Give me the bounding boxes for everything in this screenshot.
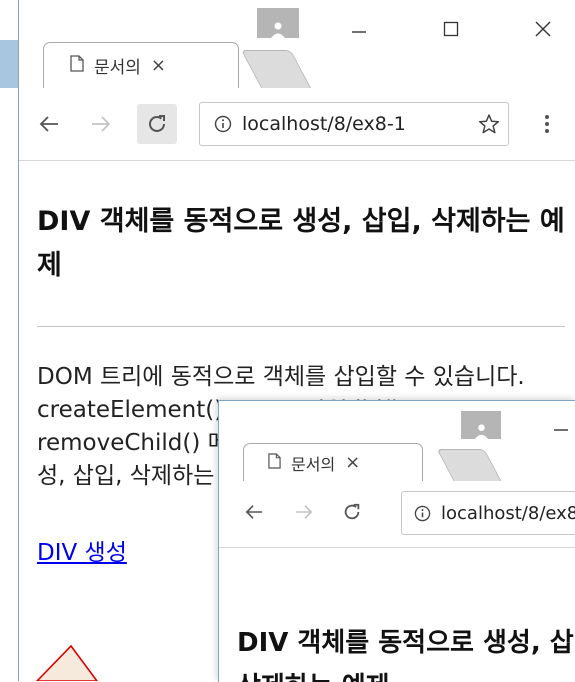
page-title: DIV 객체를 동적으로 생성, 삽입, 삭제하는 예제 xyxy=(37,206,565,281)
popup-browser-window: 문서의 × localhost/8/ex8-1 DIV 객체를 동적으로 생성,… xyxy=(218,400,575,682)
maximize-icon[interactable] xyxy=(431,14,471,44)
popup-info-icon[interactable] xyxy=(414,505,431,522)
popup-profile-avatar-icon[interactable] xyxy=(461,411,501,439)
tab-close-icon[interactable]: × xyxy=(151,55,166,76)
popup-tab-close-icon[interactable]: × xyxy=(345,452,360,473)
created-div-shape xyxy=(35,644,98,681)
popup-minimize-icon[interactable] xyxy=(547,413,575,441)
popup-title-bar: 문서의 × xyxy=(219,401,575,481)
info-icon[interactable] xyxy=(214,115,232,133)
title-bar: 문서의 × xyxy=(19,0,575,88)
menu-dots-icon[interactable] xyxy=(531,108,563,140)
background-window-edge xyxy=(0,40,18,88)
popup-toolbar: localhost/8/ex8-1 xyxy=(219,481,575,548)
popup-page-icon xyxy=(268,452,281,473)
popup-page-content: DIV 객체를 동적으로 생성, 삽입, 삭제하는 예제 xyxy=(237,621,575,682)
address-bar[interactable]: localhost/8/ex8-1 xyxy=(199,102,509,146)
close-window-icon[interactable] xyxy=(523,14,563,44)
popup-back-arrow-icon[interactable] xyxy=(239,497,269,527)
horizontal-rule xyxy=(37,326,565,327)
create-div-link[interactable]: DIV 생성 xyxy=(37,540,127,566)
popup-tab-title: 문서의 xyxy=(291,454,336,474)
forward-arrow-icon[interactable] xyxy=(85,108,117,140)
page-icon xyxy=(70,54,84,77)
address-text: localhost/8/ex8-1 xyxy=(242,113,406,135)
minimize-icon[interactable] xyxy=(339,14,379,44)
popup-address-bar[interactable]: localhost/8/ex8-1 xyxy=(401,491,575,535)
popup-new-tab-button[interactable] xyxy=(436,449,502,481)
popup-forward-arrow-icon[interactable] xyxy=(289,497,319,527)
back-arrow-icon[interactable] xyxy=(33,108,65,140)
popup-reload-icon[interactable] xyxy=(337,497,367,527)
reload-icon[interactable] xyxy=(137,104,177,144)
popup-tab-document[interactable]: 문서의 × xyxy=(243,443,423,481)
new-tab-button[interactable] xyxy=(240,50,312,88)
toolbar: localhost/8/ex8-1 xyxy=(19,88,575,161)
tab-document[interactable]: 문서의 × xyxy=(43,42,239,88)
tab-title: 문서의 xyxy=(94,58,141,78)
bookmark-star-icon[interactable] xyxy=(478,113,500,135)
popup-address-text: localhost/8/ex8-1 xyxy=(441,502,575,524)
popup-page-title: DIV 객체를 동적으로 생성, 삽입, 삭제하는 예제 xyxy=(237,628,575,682)
profile-avatar-icon[interactable] xyxy=(257,8,299,38)
